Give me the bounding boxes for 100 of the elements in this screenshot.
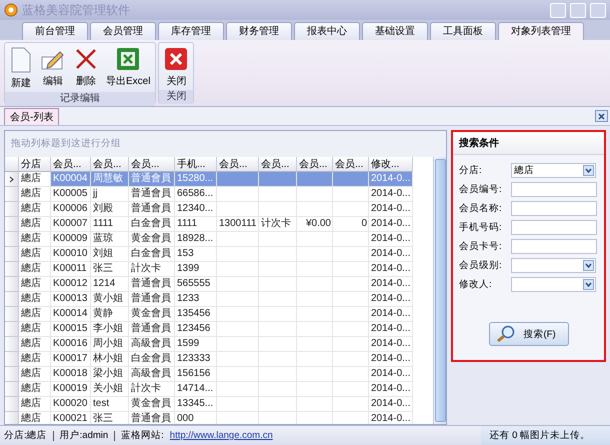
- table-cell: 普通會員: [129, 202, 175, 217]
- table-cell: 14714...: [175, 382, 217, 397]
- column-header[interactable]: 修改...: [369, 157, 413, 172]
- table-cell: [259, 292, 297, 307]
- table-cell: 123456: [175, 322, 217, 337]
- close-button[interactable]: [595, 110, 608, 122]
- toolbar-button[interactable]: 关闭: [161, 45, 192, 90]
- table-cell: [217, 262, 259, 277]
- table-cell: [333, 247, 369, 262]
- table-cell: 0: [333, 217, 369, 232]
- toolbar-button[interactable]: 导出Excel: [103, 45, 154, 92]
- table-cell: 白金會員: [129, 352, 175, 367]
- table-cell: [217, 172, 259, 187]
- table-cell: [297, 262, 333, 277]
- search-button[interactable]: 搜索(F): [488, 322, 568, 346]
- table-cell: 张三: [91, 412, 129, 424]
- column-header[interactable]: 手机...: [175, 157, 217, 172]
- toolbar-button[interactable]: 删除: [71, 45, 101, 92]
- spreadsheet-icon: [116, 47, 140, 71]
- panel-title: 搜索条件: [453, 132, 604, 155]
- status-label: 分店:: [4, 429, 27, 442]
- table-cell: [259, 352, 297, 367]
- column-header[interactable]: 会员...: [333, 157, 369, 172]
- dropdown-field[interactable]: [511, 258, 596, 273]
- menu-tab[interactable]: 库存管理: [158, 22, 224, 40]
- column-header[interactable]: 会员...: [51, 157, 91, 172]
- table-cell: [217, 322, 259, 337]
- table-cell: 000: [175, 412, 217, 424]
- menu-tab[interactable]: 财务管理: [226, 22, 292, 40]
- column-header[interactable]: 分店: [19, 157, 51, 172]
- maximize-button[interactable]: [570, 2, 586, 18]
- website-link[interactable]: http://www.lange.com.cn: [170, 430, 273, 441]
- table-cell: [259, 382, 297, 397]
- table-cell: K00013: [51, 292, 91, 307]
- table-cell: 普通會員: [129, 277, 175, 292]
- table-cell: 2014-0...: [369, 382, 413, 397]
- table-cell: 總店: [19, 247, 51, 262]
- table-cell: [297, 337, 333, 352]
- menu-tab[interactable]: 前台管理: [22, 22, 88, 40]
- row-header[interactable]: [5, 172, 19, 187]
- menu-tab[interactable]: 基础设置: [362, 22, 428, 40]
- table-cell: [217, 187, 259, 202]
- menu-tab[interactable]: 报表中心: [294, 22, 360, 40]
- toolbar-button[interactable]: 编辑: [37, 45, 69, 92]
- table-cell: 2014-0...: [369, 247, 413, 262]
- table-cell: [259, 367, 297, 382]
- table-cell: 總店: [19, 262, 51, 277]
- scrollbar[interactable]: [433, 157, 446, 424]
- minimize-button[interactable]: [550, 2, 566, 18]
- table-cell: [333, 367, 369, 382]
- table-cell: K00011: [51, 262, 91, 277]
- table-cell: 156156: [175, 367, 217, 382]
- column-header[interactable]: 会员...: [91, 157, 129, 172]
- table-cell: [297, 247, 333, 262]
- document-tab[interactable]: 会员-列表: [4, 108, 60, 125]
- table-cell: [333, 232, 369, 247]
- table-cell: [297, 307, 333, 322]
- table-cell: 普通會員: [129, 412, 175, 424]
- table-cell: [217, 352, 259, 367]
- table-cell: K00014: [51, 307, 91, 322]
- table-cell: 總店: [19, 202, 51, 217]
- menu-tab[interactable]: 工具面板: [430, 22, 496, 40]
- group-title: 关闭: [159, 90, 194, 104]
- column-header[interactable]: 会员...: [259, 157, 297, 172]
- column-header[interactable]: 会员...: [297, 157, 333, 172]
- column-header[interactable]: 会员...: [129, 157, 175, 172]
- table-cell: 總店: [19, 307, 51, 322]
- upload-status: 还有 0 幅图片未上传。: [481, 426, 610, 445]
- status-label: 用户:: [60, 429, 82, 442]
- table-cell: [259, 202, 297, 217]
- dropdown-field[interactable]: 總店: [511, 163, 596, 178]
- table-cell: jj: [91, 187, 129, 202]
- table-cell: 2014-0...: [369, 367, 413, 382]
- input-field[interactable]: [511, 182, 597, 197]
- table-cell: [333, 172, 369, 187]
- close-icon: [164, 47, 188, 71]
- input-field[interactable]: [511, 201, 597, 216]
- toolbar-button[interactable]: 新建: [7, 45, 35, 92]
- table-cell: [259, 187, 297, 202]
- table-cell: 1111: [91, 217, 129, 232]
- table-cell: 2014-0...: [369, 337, 413, 352]
- table-cell: K00004: [51, 172, 91, 187]
- dropdown-field[interactable]: [511, 277, 596, 292]
- table-cell: [259, 307, 297, 322]
- search-icon: [496, 325, 516, 343]
- table-cell: 关小姐: [91, 382, 129, 397]
- table-cell: [297, 292, 333, 307]
- input-field[interactable]: [511, 220, 597, 235]
- table-cell: 梁小姐: [91, 367, 129, 382]
- table-cell: 18928...: [175, 232, 217, 247]
- table-cell: 2014-0...: [369, 187, 413, 202]
- table-cell: 總店: [19, 172, 51, 187]
- menu-tab[interactable]: 对象列表管理: [498, 22, 584, 40]
- menu-tab[interactable]: 会员管理: [90, 22, 156, 40]
- table-cell: 白金會員: [129, 247, 175, 262]
- table-cell: 1233: [175, 292, 217, 307]
- input-field[interactable]: [511, 239, 597, 254]
- row-pointer-icon: [9, 176, 14, 182]
- column-header[interactable]: 会员...: [217, 157, 259, 172]
- table-cell: 1111: [175, 217, 217, 232]
